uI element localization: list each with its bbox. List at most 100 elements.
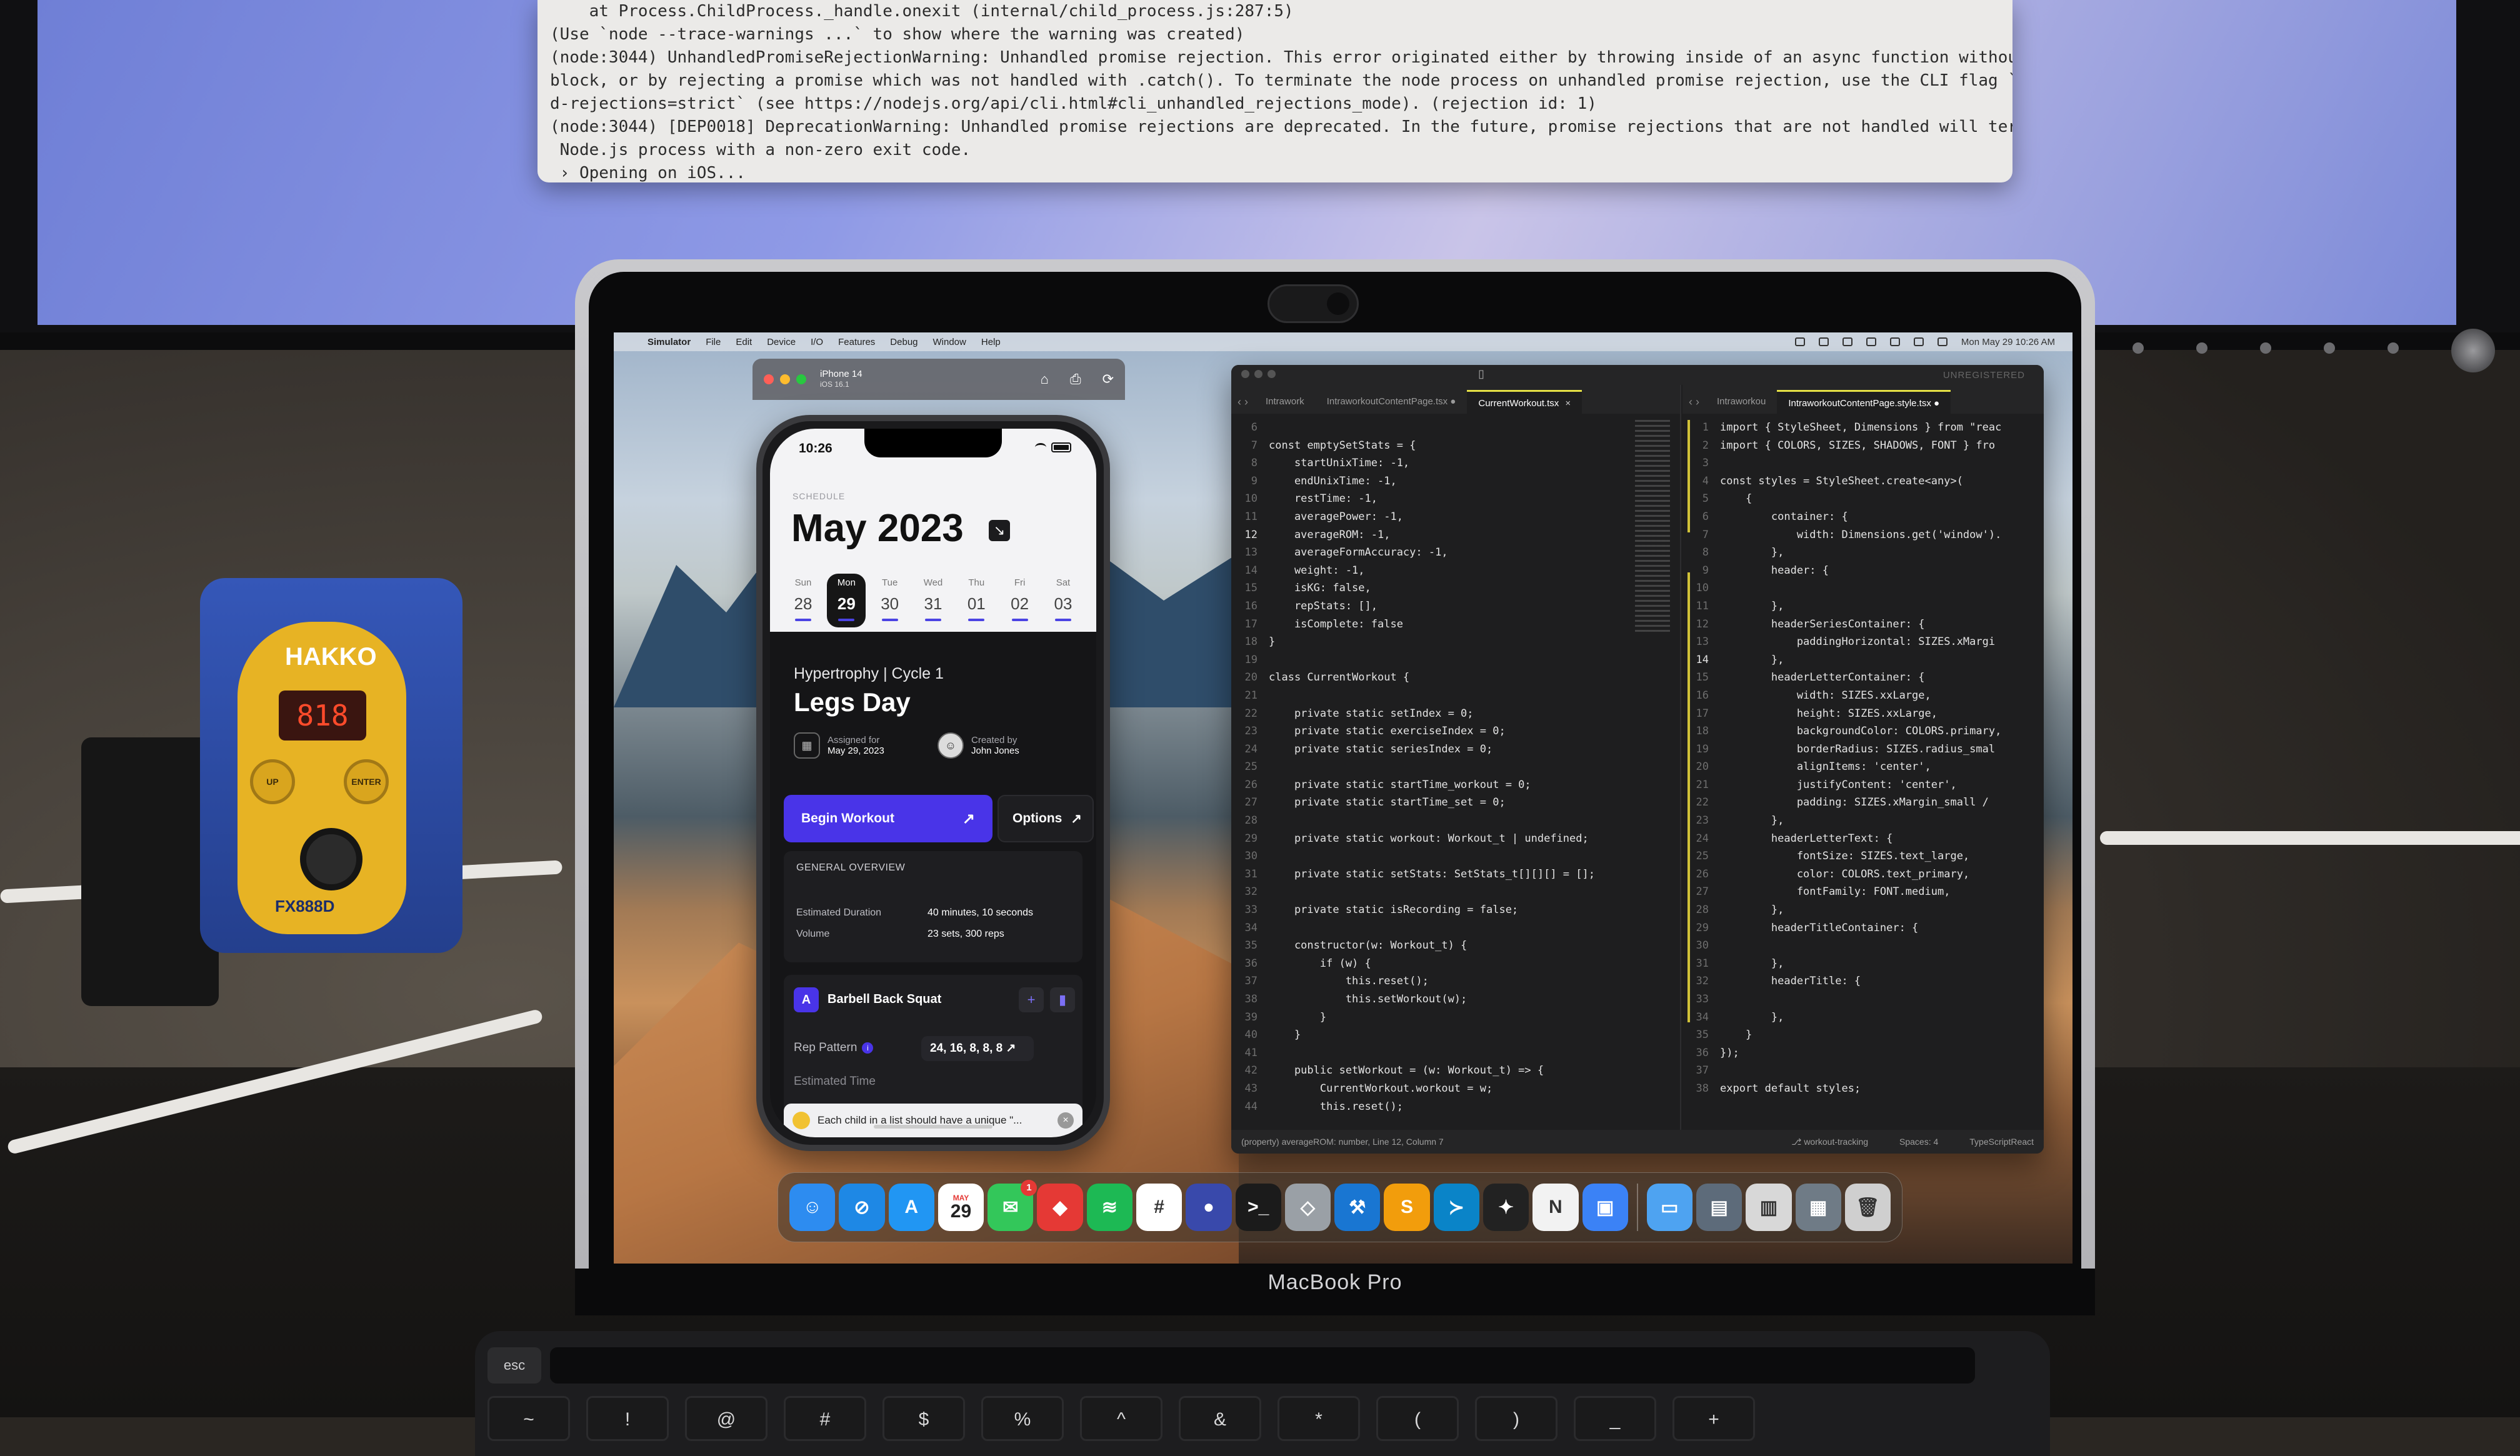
xcode-icon[interactable]: ⚒ — [1334, 1184, 1381, 1231]
code-line[interactable]: 33 — [1682, 990, 2044, 1009]
calendar-day[interactable]: Wed 31 — [914, 574, 952, 627]
tab-intraworkout-short[interactable]: Intraworkou — [1706, 390, 1777, 414]
options-button[interactable]: Options ↗ — [998, 795, 1094, 842]
code-line[interactable]: 8 startUnixTime: -1, — [1231, 454, 1680, 472]
code-line[interactable]: 10 restTime: -1, — [1231, 490, 1680, 508]
tab-current-workout[interactable]: CurrentWorkout.tsx × — [1467, 390, 1582, 414]
home-indicator[interactable] — [874, 1125, 992, 1129]
code-line[interactable]: 30 — [1231, 847, 1680, 865]
code-line[interactable]: 16 width: SIZES.xxLarge, — [1682, 687, 2044, 705]
slack-icon[interactable]: # — [1136, 1184, 1182, 1231]
key[interactable]: * — [1278, 1396, 1360, 1441]
menu-item-file[interactable]: File — [706, 337, 721, 347]
minimap[interactable] — [1635, 420, 1670, 632]
code-line[interactable]: 22 private static setIndex = 0; — [1231, 705, 1680, 723]
key[interactable]: _ — [1574, 1396, 1656, 1441]
code-line[interactable]: 6 — [1231, 419, 1680, 437]
sublime-icon[interactable]: S — [1384, 1184, 1430, 1231]
close-window-button[interactable] — [1241, 370, 1249, 378]
code-line[interactable]: 10 — [1682, 579, 2044, 597]
code-line[interactable]: 9 endUnixTime: -1, — [1231, 472, 1680, 491]
folder-icon[interactable]: ▭ — [1646, 1184, 1692, 1231]
notion-icon[interactable]: N — [1532, 1184, 1579, 1231]
silver-app-icon[interactable]: ◇ — [1284, 1184, 1331, 1231]
menu-app-name[interactable]: Simulator — [648, 337, 691, 347]
code-line[interactable]: 21 — [1231, 687, 1680, 705]
code-line[interactable]: 8 }, — [1682, 544, 2044, 562]
finder-icon[interactable]: ☺ — [789, 1184, 836, 1231]
code-line[interactable]: 35 constructor(w: Workout_t) { — [1231, 937, 1680, 955]
code-line[interactable]: 21 justifyContent: 'center', — [1682, 776, 2044, 794]
code-line[interactable]: 15 headerLetterContainer: { — [1682, 669, 2044, 687]
code-line[interactable]: 38 this.setWorkout(w); — [1231, 990, 1680, 1009]
documents-stack-icon[interactable]: ▥ — [1746, 1184, 1792, 1231]
code-line[interactable]: 16 repStats: [], — [1231, 597, 1680, 616]
zoom-window-button[interactable] — [796, 374, 806, 384]
exercise-card[interactable]: A Barbell Back Squat + ▮ Rep Pattern i 24… — [784, 975, 1082, 1125]
code-line[interactable]: 15 isKG: false, — [1231, 579, 1680, 597]
code-line[interactable]: 32 — [1231, 883, 1680, 901]
code-line[interactable]: 34 — [1231, 919, 1680, 937]
home-icon[interactable]: ⌂ — [1041, 371, 1049, 387]
code-line[interactable]: 29 headerTitleContainer: { — [1682, 919, 2044, 937]
code-line[interactable]: 24 headerLetterText: { — [1682, 830, 2044, 848]
info-icon[interactable]: i — [862, 1042, 874, 1054]
key[interactable]: @ — [685, 1396, 768, 1441]
code-line[interactable]: 37 — [1682, 1062, 2044, 1080]
key[interactable]: $ — [882, 1396, 965, 1441]
calendar-day[interactable]: Fri 02 — [1001, 574, 1039, 627]
code-line[interactable]: 22 padding: SIZES.xMargin_small / — [1682, 794, 2044, 812]
code-line[interactable]: 33 private static isRecording = false; — [1231, 901, 1680, 919]
code-line[interactable]: 30 — [1682, 937, 2044, 955]
code-line[interactable]: 27 private static startTime_set = 0; — [1231, 794, 1680, 812]
rotate-icon[interactable]: ⟳ — [1102, 371, 1114, 387]
indent-spaces[interactable]: Spaces: 4 — [1899, 1137, 1938, 1147]
code-line[interactable]: 35 } — [1682, 1026, 2044, 1044]
code-line[interactable]: 23 private static exerciseIndex = 0; — [1231, 722, 1680, 740]
key[interactable]: & — [1179, 1396, 1261, 1441]
code-line[interactable]: 20 class CurrentWorkout { — [1231, 669, 1680, 687]
code-line[interactable]: 6 container: { — [1682, 508, 2044, 526]
nav-arrows-icon[interactable]: ‹ › — [1682, 390, 1706, 414]
red-app-icon[interactable]: ◆ — [1037, 1184, 1083, 1231]
calendar-day[interactable]: Thu 01 — [957, 574, 996, 627]
tab-intraworkout-content[interactable]: IntraworkoutContentPage.tsx ● — [1316, 390, 1468, 414]
code-line[interactable]: 13 averageFormAccuracy: -1, — [1231, 544, 1680, 562]
code-line[interactable]: 36}); — [1682, 1044, 2044, 1062]
simulator-icon[interactable]: ▣ — [1582, 1184, 1628, 1231]
expand-calendar-icon[interactable]: ↘ — [989, 520, 1010, 541]
code-line[interactable]: 13 paddingHorizontal: SIZES.xMargi — [1682, 633, 2044, 651]
code-line[interactable]: 29 private static workout: Workout_t | u… — [1231, 830, 1680, 848]
code-line[interactable]: 43 CurrentWorkout.workout = w; — [1231, 1080, 1680, 1098]
code-line[interactable]: 5 { — [1682, 490, 2044, 508]
code-line[interactable]: 37 this.reset(); — [1231, 972, 1680, 990]
git-branch[interactable]: ⎇ workout-tracking — [1791, 1137, 1868, 1147]
rep-pattern-value[interactable]: 24, 16, 8, 8, 8 ↗ — [921, 1036, 1034, 1061]
code-line[interactable]: 1 import { StyleSheet, Dimensions } from … — [1682, 419, 2044, 437]
code-line[interactable]: 40 } — [1231, 1026, 1680, 1044]
menu-item-device[interactable]: Device — [767, 337, 796, 347]
code-line[interactable]: 12 headerSeriesContainer: { — [1682, 616, 2044, 634]
code-line[interactable]: 34 }, — [1682, 1009, 2044, 1027]
code-line[interactable]: 31 }, — [1682, 955, 2044, 973]
code-line[interactable]: 36 if (w) { — [1231, 955, 1680, 973]
dismiss-toast-icon[interactable]: × — [1058, 1112, 1074, 1129]
code-line[interactable]: 19 borderRadius: SIZES.radius_smal — [1682, 740, 2044, 759]
key[interactable]: ) — [1475, 1396, 1558, 1441]
key[interactable]: % — [981, 1396, 1064, 1441]
vscode-icon[interactable]: ≻ — [1433, 1184, 1479, 1231]
code-area-left[interactable]: 6 7 const emptySetStats = {8 startUnixTime… — [1231, 414, 1680, 1130]
code-line[interactable]: 11 }, — [1682, 597, 2044, 616]
calendar-day[interactable]: Mon 29 — [827, 574, 866, 627]
code-line[interactable]: 9 header: { — [1682, 562, 2044, 580]
calendar-day[interactable]: Sat 03 — [1044, 574, 1082, 627]
terminal-window[interactable]: at Process.ChildProcess._handle.onexit (… — [538, 0, 2012, 182]
code-line[interactable]: 39 } — [1231, 1009, 1680, 1027]
wifi-icon[interactable] — [1889, 337, 1900, 346]
code-line[interactable]: 20 alignItems: 'center', — [1682, 758, 2044, 776]
menu-item-io[interactable]: I/O — [811, 337, 823, 347]
minimize-window-button[interactable] — [780, 374, 790, 384]
add-set-button[interactable]: + — [1019, 987, 1044, 1012]
zoom-window-button[interactable] — [1268, 370, 1276, 378]
code-line[interactable]: 27 fontFamily: FONT.medium, — [1682, 883, 2044, 901]
